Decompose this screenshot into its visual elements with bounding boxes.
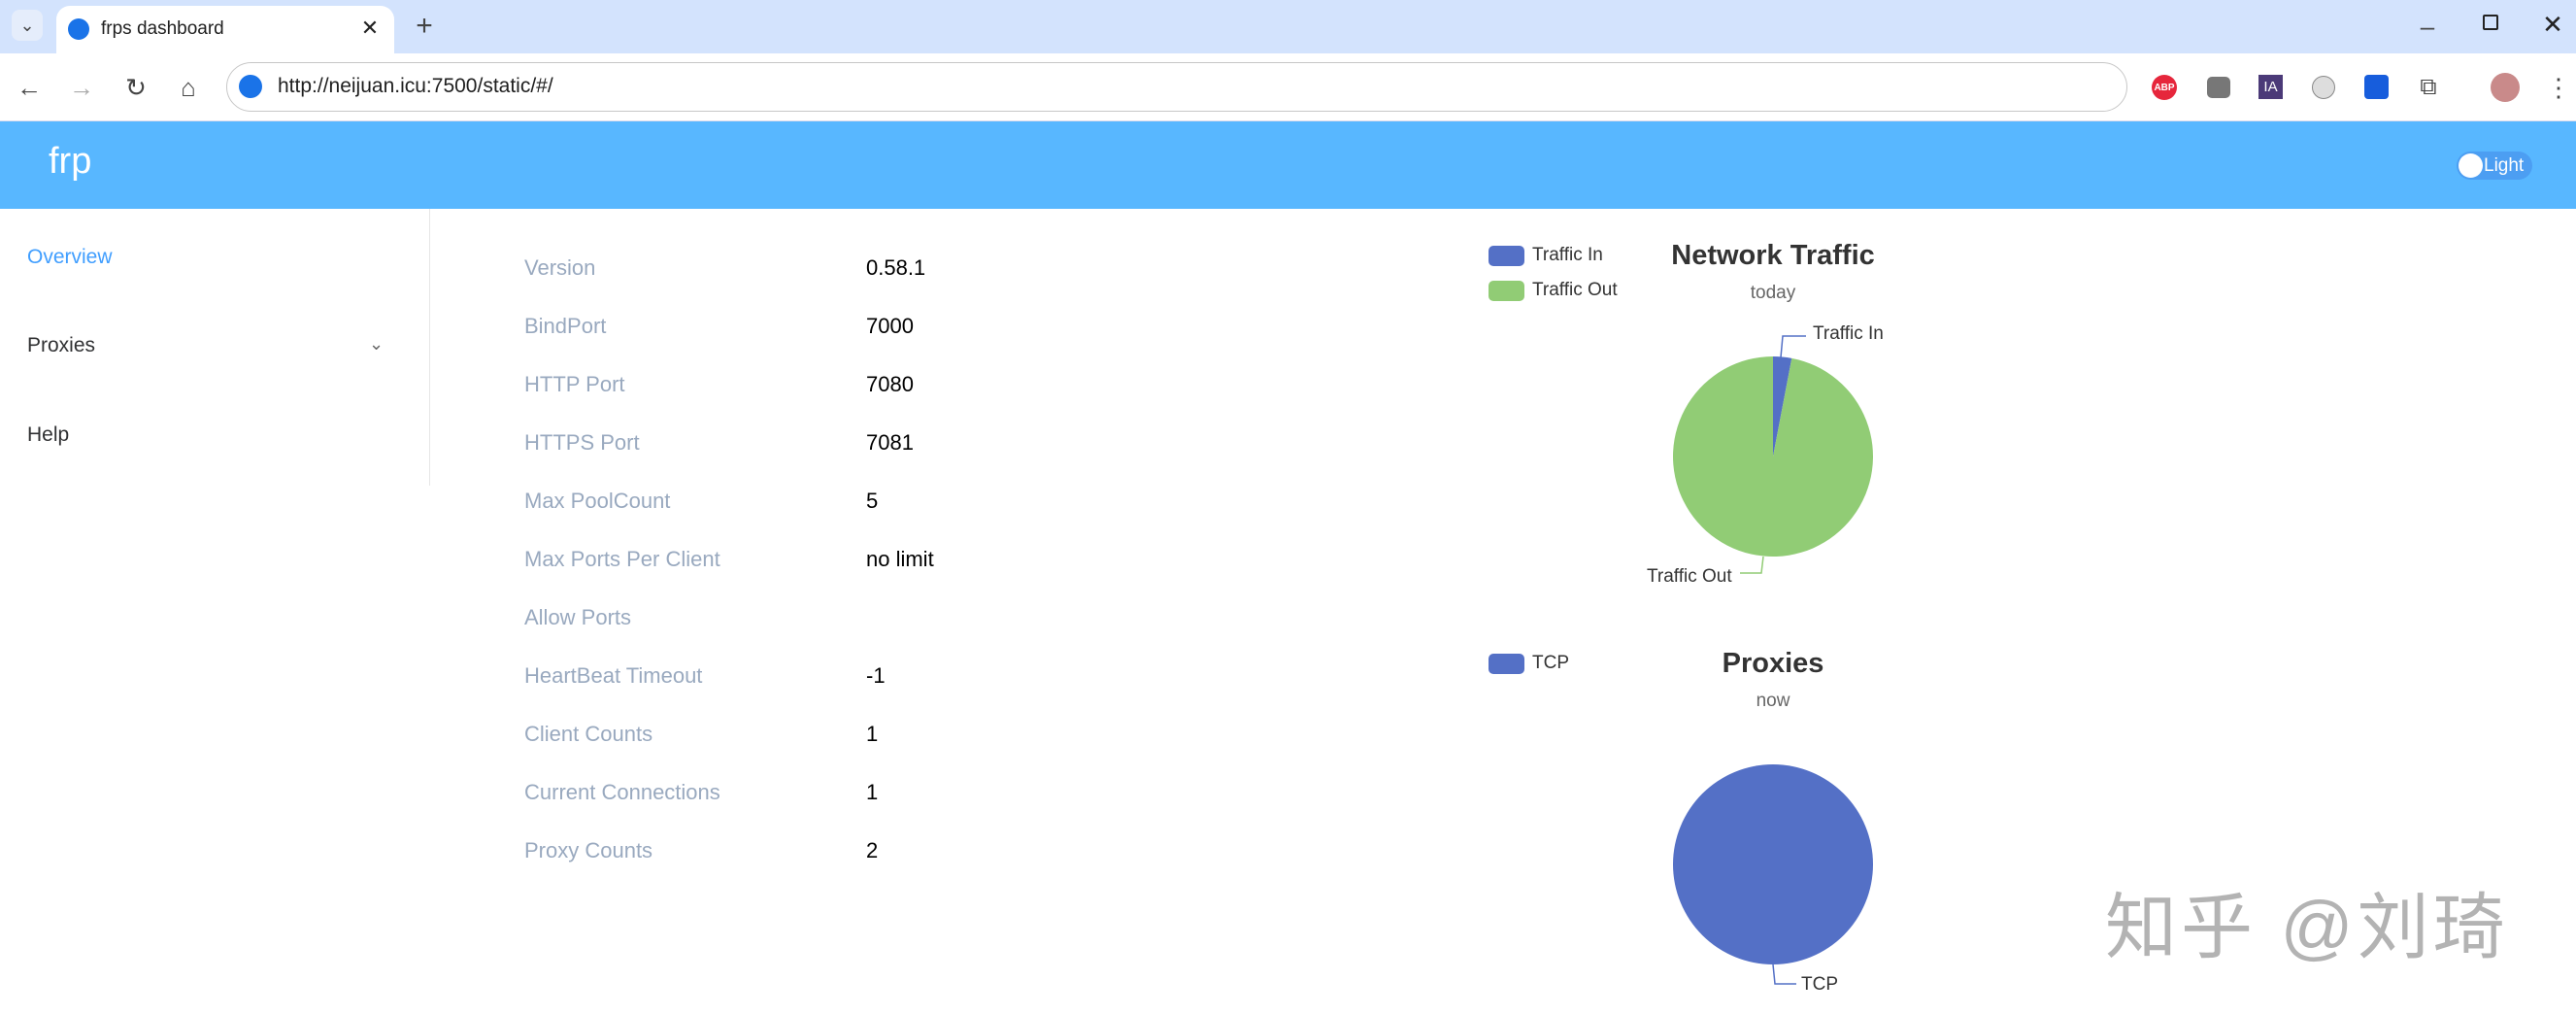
chart-title-proxies: Proxies [1722,648,1824,679]
pie-label-tcp: TCP [1801,974,1838,995]
legend-swatch-tcp[interactable] [1489,654,1524,674]
legend-traffic-out[interactable]: Traffic Out [1532,280,1618,301]
legend-swatch-traffic-out[interactable] [1489,281,1524,301]
leader-traffic-out [1740,556,1764,574]
leader-traffic-in [1780,335,1806,358]
proxies-slice-tcp[interactable] [1673,764,1873,964]
legend-traffic-in[interactable]: Traffic In [1532,245,1603,266]
chart-title-traffic: Network Traffic [1671,240,1875,271]
legend-swatch-traffic-in[interactable] [1489,246,1524,266]
pie-label-traffic-in: Traffic In [1813,323,1884,344]
watermark: 知乎 @刘琦 [2105,887,2509,967]
chart-subtitle-proxies: now [1756,691,1790,711]
pie-label-traffic-out: Traffic Out [1647,566,1732,587]
legend-tcp[interactable]: TCP [1532,653,1569,674]
leader-tcp [1772,963,1796,985]
chart-subtitle-traffic: today [1750,283,1796,303]
charts [1673,335,1874,985]
